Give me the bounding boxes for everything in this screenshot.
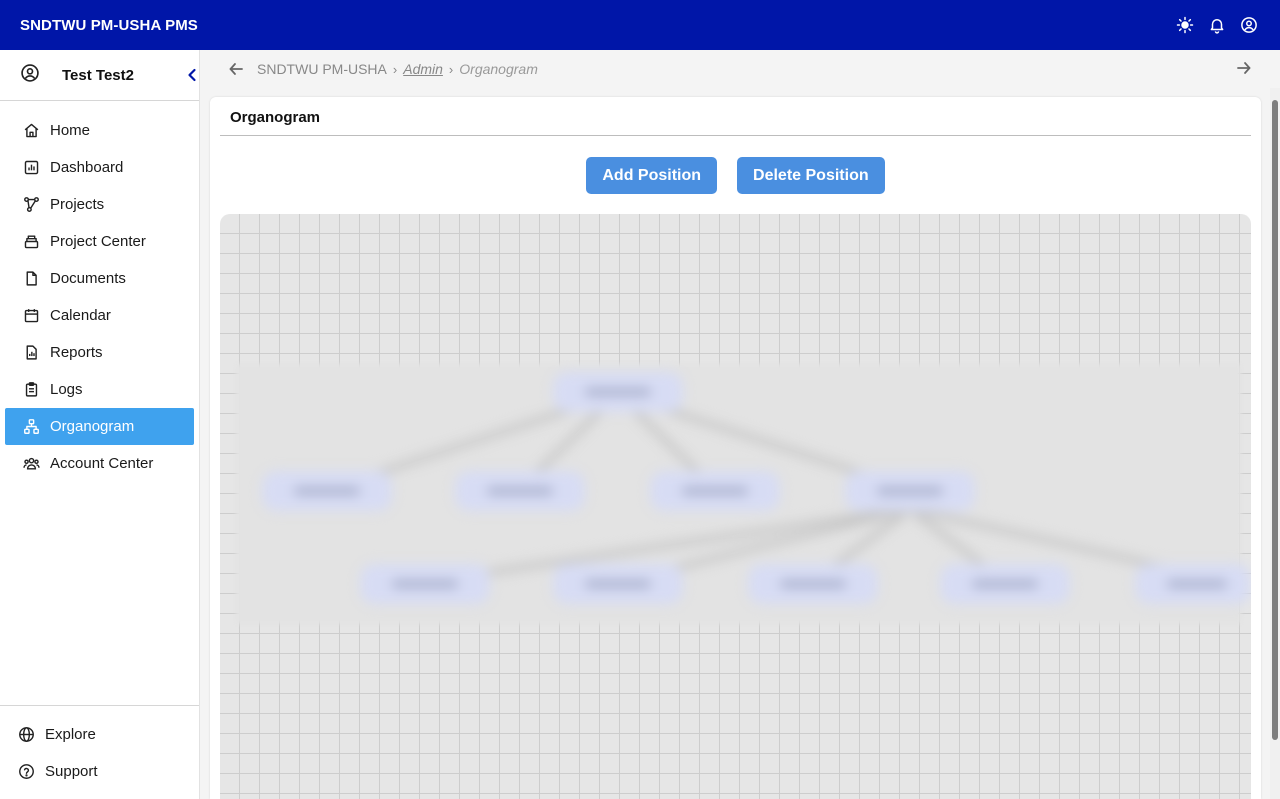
home-icon	[22, 122, 40, 140]
logs-icon	[22, 381, 40, 399]
projects-icon	[22, 196, 40, 214]
users-icon	[22, 455, 40, 473]
page-scrollbar[interactable]	[1270, 88, 1280, 799]
back-arrow-icon[interactable]	[228, 60, 246, 78]
sidebar-item-support[interactable]: Support	[0, 753, 199, 790]
sidebar-item-label: Projects	[50, 196, 105, 213]
sidebar-item-home[interactable]: Home	[5, 112, 194, 149]
sidebar-item-reports[interactable]: Reports	[5, 334, 194, 371]
app-title: SNDTWU PM-USHA PMS	[20, 16, 198, 34]
sidebar-item-label: Reports	[50, 344, 103, 361]
dashboard-icon	[22, 159, 40, 177]
breadcrumb-item-home[interactable]: SNDTWU PM-USHA	[257, 61, 387, 77]
breadcrumb-item-admin[interactable]: Admin	[403, 61, 443, 77]
organogram-icon	[22, 418, 40, 436]
sidebar-item-dashboard[interactable]: Dashboard	[5, 149, 194, 186]
breadcrumb: SNDTWU PM-USHA › Admin › Organogram	[201, 50, 1280, 88]
sidebar-item-label: Explore	[45, 726, 96, 743]
sidebar-user: Test Test2	[0, 50, 199, 101]
top-icons	[1174, 14, 1260, 36]
breadcrumb-separator: ›	[392, 61, 398, 77]
sidebar-item-account-center[interactable]: Account Center	[5, 445, 194, 482]
calendar-icon	[22, 307, 40, 325]
help-icon	[17, 763, 35, 781]
collapse-sidebar-button[interactable]	[185, 62, 199, 88]
user-circle-icon[interactable]	[1238, 14, 1260, 36]
top-bar: SNDTWU PM-USHA PMS	[0, 0, 1280, 50]
globe-icon	[17, 726, 35, 744]
document-icon	[22, 270, 40, 288]
sidebar-item-label: Home	[50, 122, 91, 139]
sidebar-item-label: Support	[45, 763, 98, 780]
sidebar-bottom: Explore Support	[0, 705, 199, 799]
sidebar-item-explore[interactable]: Explore	[0, 716, 199, 753]
sidebar-item-label: Documents	[50, 270, 126, 287]
sidebar-item-label: Logs	[50, 381, 83, 398]
action-buttons: Add Position Delete Position	[210, 157, 1261, 194]
user-name: Test Test2	[62, 66, 134, 84]
sidebar: Test Test2 Home Dashboard Projects Proje…	[0, 50, 200, 799]
sidebar-item-calendar[interactable]: Calendar	[5, 297, 194, 334]
sidebar-nav: Home Dashboard Projects Project Center D…	[0, 101, 199, 482]
sidebar-item-documents[interactable]: Documents	[5, 260, 194, 297]
sidebar-item-logs[interactable]: Logs	[5, 371, 194, 408]
sidebar-item-project-center[interactable]: Project Center	[5, 223, 194, 260]
breadcrumb-separator: ›	[448, 61, 454, 77]
reports-icon	[22, 344, 40, 362]
tree-nodes	[262, 372, 1251, 604]
sidebar-item-label: Account Center	[50, 455, 154, 472]
sidebar-item-label: Project Center	[50, 233, 146, 250]
sidebar-item-label: Calendar	[50, 307, 111, 324]
breadcrumb-item-current: Organogram	[459, 61, 538, 77]
delete-position-button[interactable]: Delete Position	[737, 157, 885, 194]
organogram-canvas[interactable]	[220, 214, 1251, 799]
page-title: Organogram	[230, 109, 321, 126]
sidebar-item-label: Dashboard	[50, 159, 124, 176]
divider	[220, 135, 1251, 136]
organogram-card: Organogram Add Position Delete Position	[210, 97, 1261, 799]
sidebar-item-organogram[interactable]: Organogram	[5, 408, 194, 445]
project-center-icon	[22, 233, 40, 251]
add-position-button[interactable]: Add Position	[586, 157, 718, 194]
user-avatar-icon	[20, 63, 40, 88]
sidebar-item-projects[interactable]: Projects	[5, 186, 194, 223]
forward-arrow-icon[interactable]	[1236, 60, 1254, 78]
bell-icon[interactable]	[1206, 14, 1228, 36]
scrollbar-thumb[interactable]	[1272, 100, 1278, 740]
sidebar-item-label: Organogram	[50, 418, 135, 435]
chevron-left-icon	[188, 68, 196, 82]
organogram-tree	[262, 372, 1251, 604]
sun-icon[interactable]	[1174, 14, 1196, 36]
